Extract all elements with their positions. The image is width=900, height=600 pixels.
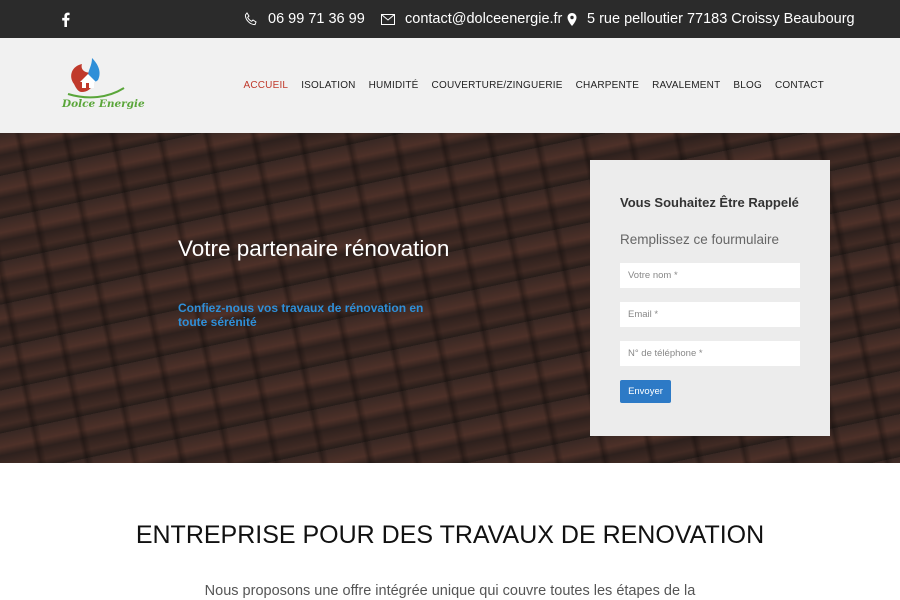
top-bar: 06 99 71 36 99 contact@dolceenergie.fr 5… (0, 0, 900, 38)
form-title: Vous Souhaitez Être Rappelé (620, 195, 799, 210)
phone-icon (244, 12, 257, 26)
phone-number: 06 99 71 36 99 (268, 11, 365, 27)
facebook-icon[interactable] (58, 10, 72, 28)
topbar-phone[interactable]: 06 99 71 36 99 (244, 0, 365, 38)
section-text: Nous proposons une offre intégrée unique… (204, 583, 696, 599)
nav-item-isolation[interactable]: ISOLATION (301, 80, 355, 91)
topbar-address: 5 rue pelloutier 77183 Croissy Beaubourg (567, 0, 855, 38)
logo-house-drop-icon (67, 58, 125, 99)
mail-icon (381, 13, 395, 25)
address-text: 5 rue pelloutier 77183 Croissy Beaubourg (587, 11, 855, 27)
name-input[interactable]: Votre nom * (620, 263, 800, 288)
nav-item-contact[interactable]: CONTACT (775, 80, 824, 91)
hero-title: Votre partenaire rénovation (178, 236, 450, 261)
nav-item-couverture[interactable]: COUVERTURE/ZINGUERIE (432, 80, 563, 91)
callback-form: Vous Souhaitez Être Rappelé Remplissez c… (590, 160, 830, 436)
section-title: ENTREPRISE POUR DES TRAVAUX DE RENOVATIO… (135, 521, 765, 549)
nav-item-blog[interactable]: BLOG (733, 80, 762, 91)
hero-subtitle: Confiez-nous vos travaux de rénovation e… (178, 301, 424, 329)
email-input[interactable]: Email * (620, 302, 800, 327)
submit-button[interactable]: Envoyer (620, 380, 671, 403)
topbar-email[interactable]: contact@dolceenergie.fr (381, 0, 562, 38)
nav-item-humidite[interactable]: HUMIDITÉ (369, 80, 419, 91)
site-header: Dolce Energie ACCUEIL ISOLATION HUMIDITÉ… (0, 38, 900, 133)
form-subtitle: Remplissez ce fourmulaire (620, 232, 780, 247)
location-pin-icon (567, 12, 577, 26)
nav-item-charpente[interactable]: CHARPENTE (576, 80, 639, 91)
main-nav: ACCUEIL ISOLATION HUMIDITÉ COUVERTURE/ZI… (243, 38, 824, 133)
email-address: contact@dolceenergie.fr (405, 11, 563, 27)
phone-input[interactable]: N° de téléphone * (620, 341, 800, 366)
logo-text: Dolce Energie (62, 98, 145, 110)
nav-item-ravalement[interactable]: RAVALEMENT (652, 80, 720, 91)
nav-item-accueil[interactable]: ACCUEIL (243, 80, 288, 91)
